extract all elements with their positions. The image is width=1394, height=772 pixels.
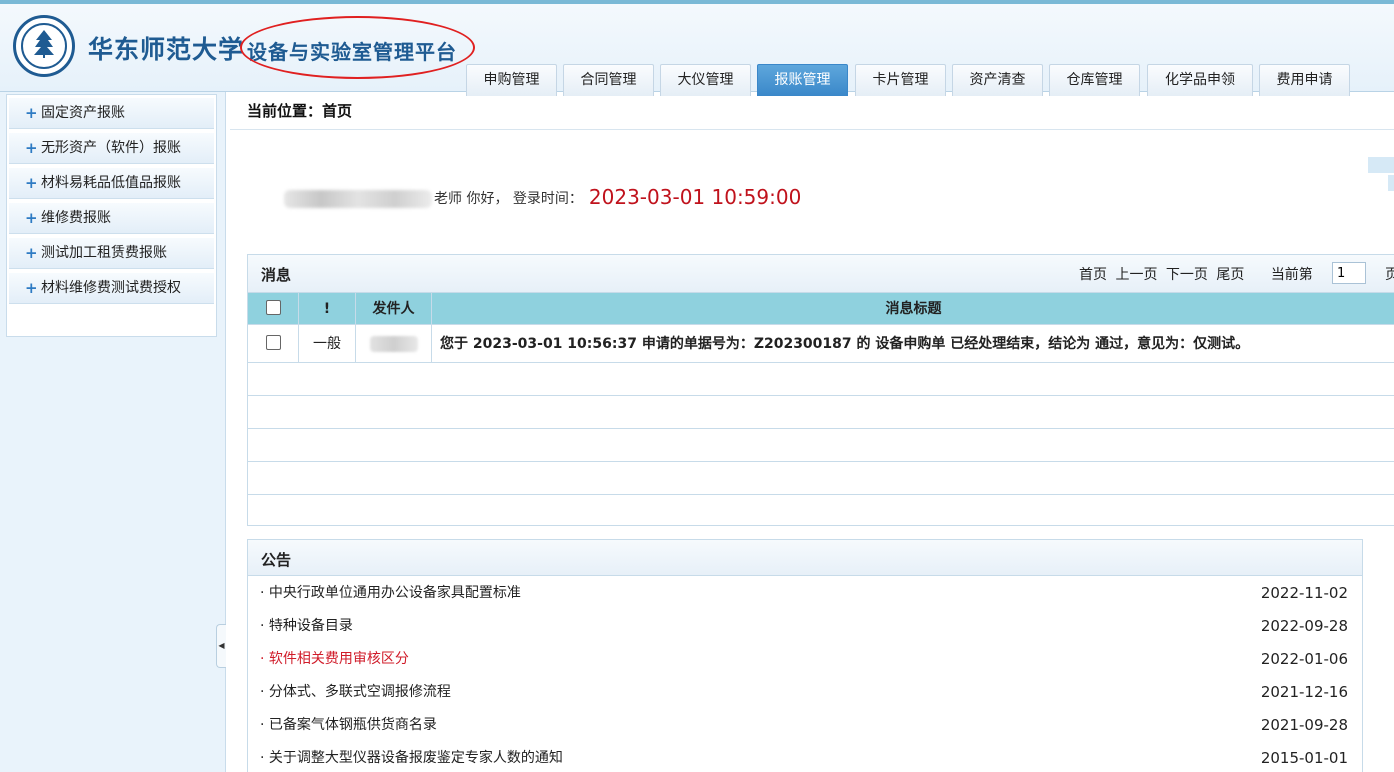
notice-panel: 公告 · 中央行政单位通用办公设备家具配置标准 2022-11-02 · 特种设… (247, 539, 1363, 772)
notice-item[interactable]: · 中央行政单位通用办公设备家具配置标准 2022-11-02 (248, 577, 1362, 610)
notice-item[interactable]: · 已备案气体钢瓶供货商名录 2021-09-28 (248, 709, 1362, 742)
plus-icon: + (25, 279, 38, 297)
notice-text[interactable]: · 特种设备目录 (260, 610, 353, 643)
messages-header: 消息 首页 上一页 下一页 尾页 当前第 页 (248, 255, 1394, 293)
sidebar-item-label: 测试加工租赁费报账 (41, 245, 167, 261)
notice-item[interactable]: · 特种设备目录 2022-09-28 (248, 610, 1362, 643)
row-subject[interactable]: 您于 2023-03-01 10:56:37 申请的单据号为：Z20230018… (432, 325, 1394, 362)
notice-item[interactable]: · 关于调整大型仪器设备报废鉴定专家人数的通知 2015-01-01 (248, 742, 1362, 772)
table-row-empty (248, 495, 1394, 528)
sidebar-item-authorization[interactable]: + 材料维修费测试费授权 (9, 273, 214, 304)
welcome-line: 老师 你好， 登录时间： 2023-03-01 10:59:00 (284, 182, 801, 212)
sidebar: + 固定资产报账 + 无形资产（软件）报账 + 材料易耗品低值品报账 + 维修费… (0, 92, 226, 772)
notice-item[interactable]: · 软件相关费用审核区分 2022-01-06 (248, 643, 1362, 676)
notice-text[interactable]: · 中央行政单位通用办公设备家具配置标准 (260, 577, 521, 610)
select-all-checkbox[interactable] (265, 300, 281, 315)
university-seal-icon (13, 15, 75, 77)
pager-current-label: 当前第 (1270, 267, 1313, 283)
sidebar-item-label: 固定资产报账 (41, 105, 125, 121)
decoration (1368, 157, 1394, 193)
plus-icon: + (25, 139, 38, 157)
notice-text[interactable]: · 关于调整大型仪器设备报废鉴定专家人数的通知 (260, 742, 563, 772)
notice-text[interactable]: · 已备案气体钢瓶供货商名录 (260, 709, 437, 742)
column-importance: ! (299, 293, 356, 324)
sender-redacted (369, 336, 418, 352)
row-checkbox[interactable] (265, 335, 281, 350)
messages-panel: 消息 首页 上一页 下一页 尾页 当前第 页 ! 发件人 消息标题 一般 (247, 254, 1394, 526)
table-row[interactable]: 一般 您于 2023-03-01 10:56:37 申请的单据号为：Z20230… (248, 325, 1394, 363)
row-importance: 一般 (299, 325, 356, 362)
pager-last[interactable]: 尾页 (1216, 267, 1244, 283)
sidebar-item-label: 维修费报账 (41, 210, 111, 226)
sidebar-collapse-handle[interactable]: ◀ (216, 624, 226, 668)
notice-date: 2022-09-28 (1260, 617, 1348, 635)
sidebar-item-label: 材料维修费测试费授权 (41, 280, 181, 296)
breadcrumb: 当前位置：首页 (230, 94, 1394, 130)
pager-next[interactable]: 下一页 (1166, 267, 1208, 283)
table-row-empty (248, 363, 1394, 396)
notice-text[interactable]: · 软件相关费用审核区分 (260, 643, 409, 676)
table-header-row: ! 发件人 消息标题 (248, 293, 1394, 325)
plus-icon: + (25, 209, 38, 227)
notice-date: 2021-12-16 (1260, 683, 1348, 701)
page-number-input[interactable] (1332, 262, 1366, 284)
pager: 首页 上一页 下一页 尾页 当前第 (1079, 264, 1317, 284)
column-subject: 消息标题 (885, 301, 942, 317)
pager-first[interactable]: 首页 (1079, 267, 1107, 283)
user-name-redacted (284, 190, 432, 208)
plus-icon: + (25, 104, 38, 122)
notice-date: 2021-09-28 (1260, 716, 1348, 734)
pager-page-suffix: 页 (1385, 267, 1394, 283)
sidebar-menu: + 固定资产报账 + 无形资产（软件）报账 + 材料易耗品低值品报账 + 维修费… (6, 94, 217, 337)
plus-icon: + (25, 244, 38, 262)
notice-date: 2022-11-02 (1260, 584, 1348, 602)
school-name: 华东师范大学 (88, 35, 245, 64)
sidebar-item-label: 无形资产（软件）报账 (41, 140, 181, 156)
plus-icon: + (25, 174, 38, 192)
sidebar-item-testing-rental[interactable]: + 测试加工租赁费报账 (9, 238, 214, 269)
pager-prev[interactable]: 上一页 (1115, 267, 1157, 283)
notice-item[interactable]: · 分体式、多联式空调报修流程 2021-12-16 (248, 676, 1362, 709)
notice-header: 公告 (248, 540, 1362, 576)
annotation-ellipse (240, 16, 475, 79)
table-row-empty (248, 396, 1394, 429)
notice-date: 2015-01-01 (1260, 749, 1348, 767)
sidebar-item-label: 材料易耗品低值品报账 (41, 175, 181, 191)
header: 华东师范大学 设备与实验室管理平台 申购管理 合同管理 大仪管理 报账管理 卡片… (0, 0, 1394, 96)
messages-title: 消息 (261, 266, 292, 284)
sidebar-item-consumables[interactable]: + 材料易耗品低值品报账 (9, 168, 214, 199)
login-time: 2023-03-01 10:59:00 (588, 185, 802, 209)
table-row-empty (248, 462, 1394, 495)
column-sender: 发件人 (356, 293, 432, 324)
sidebar-item-intangible-asset[interactable]: + 无形资产（软件）报账 (9, 133, 214, 164)
notice-date: 2022-01-06 (1260, 650, 1348, 668)
main-content: 当前位置：首页 老师 你好， 登录时间： 2023-03-01 10:59:00 … (227, 92, 1394, 772)
notice-text[interactable]: · 分体式、多联式空调报修流程 (260, 676, 451, 709)
table-row-empty (248, 429, 1394, 462)
greeting-text: 老师 你好， 登录时间： (434, 191, 583, 207)
notice-title: 公告 (261, 551, 292, 569)
sidebar-item-repair[interactable]: + 维修费报账 (9, 203, 214, 234)
sidebar-item-fixed-asset[interactable]: + 固定资产报账 (9, 98, 214, 129)
